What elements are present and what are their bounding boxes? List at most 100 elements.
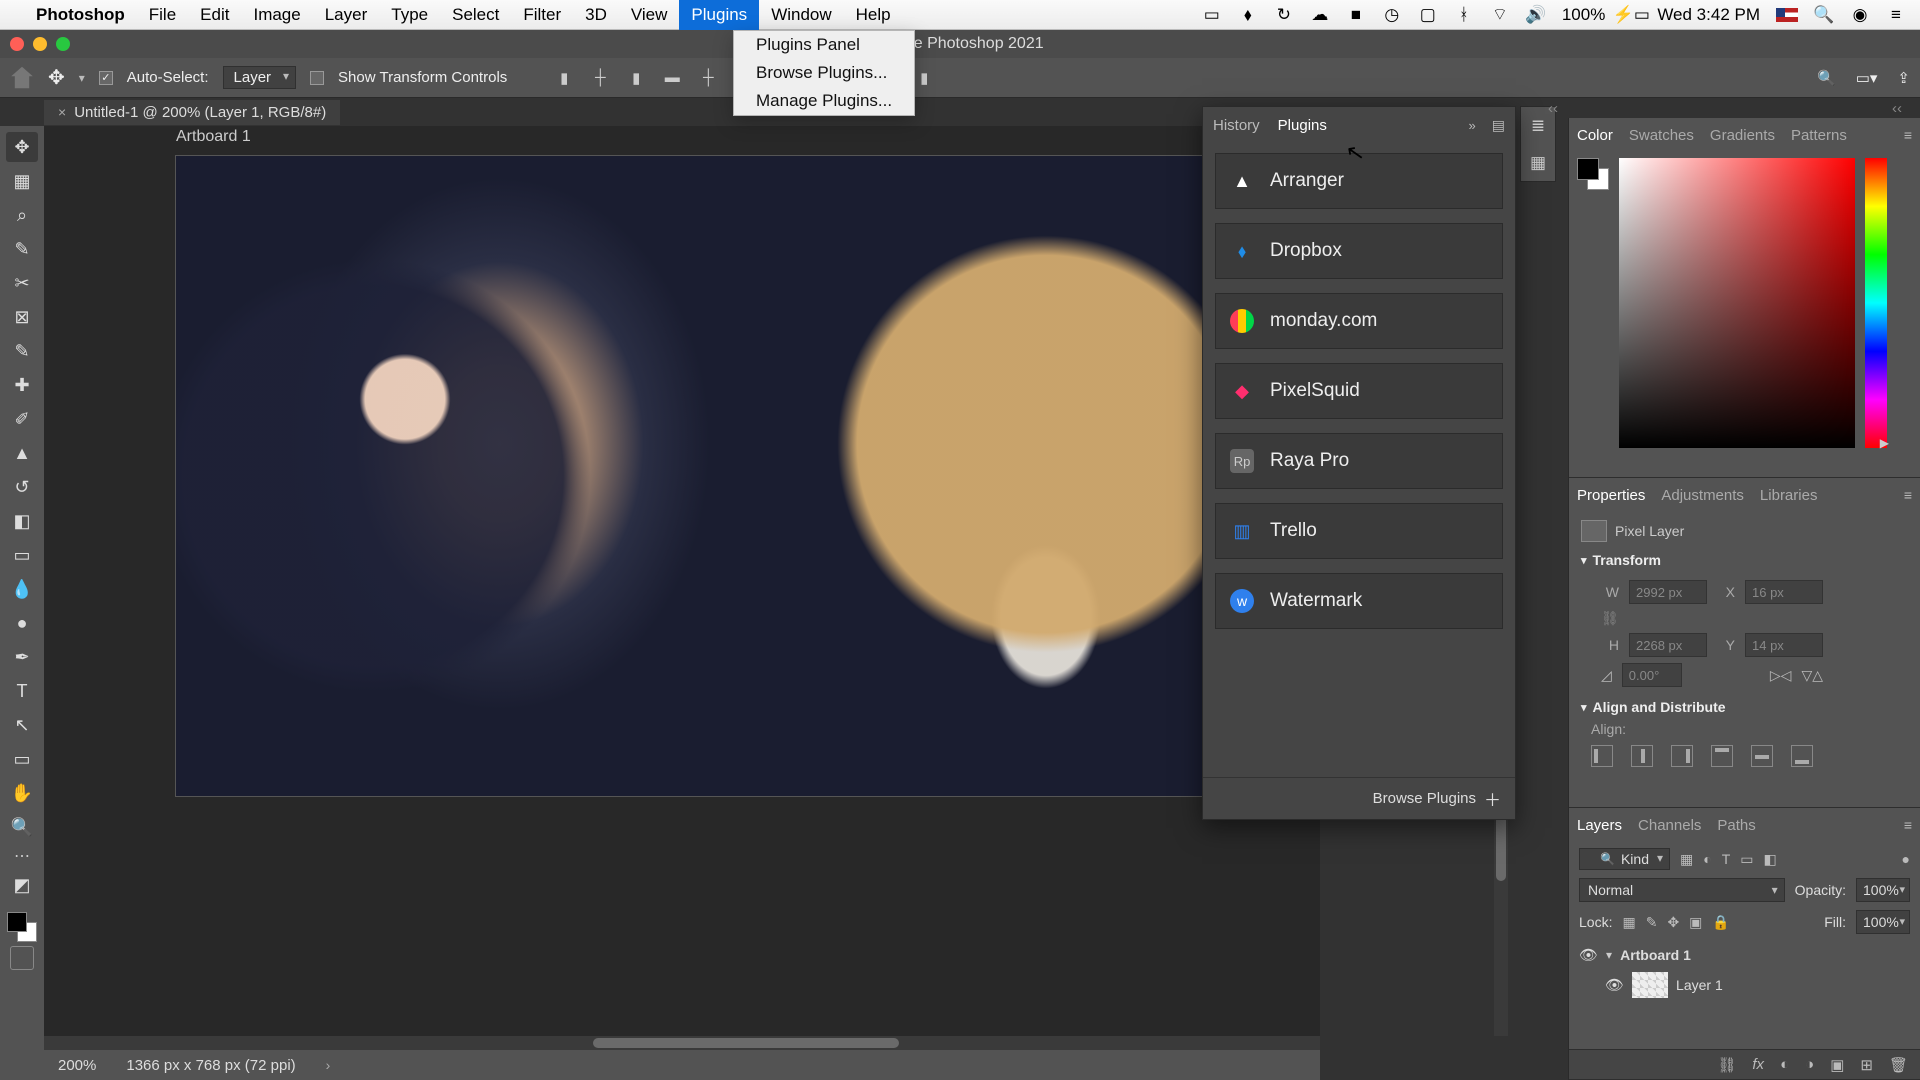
tab-adjustments[interactable]: Adjustments bbox=[1661, 487, 1744, 504]
edit-toolbar-icon[interactable]: ⋯ bbox=[14, 846, 30, 866]
menu-plugins[interactable]: Plugins bbox=[679, 0, 759, 30]
horizontal-scrollbar[interactable] bbox=[44, 1036, 1320, 1050]
align-left-icon[interactable] bbox=[1591, 745, 1613, 767]
browse-plugins-link[interactable]: Browse Plugins bbox=[1373, 790, 1476, 807]
status-more-icon[interactable]: › bbox=[326, 1057, 331, 1073]
align-vcenter-icon[interactable] bbox=[1751, 745, 1773, 767]
default-colors-icon[interactable]: ◩ bbox=[6, 870, 38, 900]
filter-toggle-icon[interactable]: ● bbox=[1902, 851, 1910, 867]
align-vertical-centers-icon[interactable]: ┼ bbox=[697, 67, 719, 89]
tab-layers[interactable]: Layers bbox=[1577, 817, 1622, 834]
color-picker-field[interactable] bbox=[1619, 158, 1855, 448]
height-input[interactable]: 2268 px bbox=[1629, 633, 1707, 657]
lasso-tool[interactable]: ⌕ bbox=[6, 200, 38, 230]
fullscreen-window-button[interactable] bbox=[56, 37, 70, 51]
zoom-tool[interactable]: 🔍 bbox=[6, 812, 38, 842]
time-machine-icon[interactable]: ◷ bbox=[1382, 5, 1402, 25]
adjustment-layer-icon[interactable]: ◑ bbox=[1805, 1056, 1814, 1073]
auto-select-checkbox[interactable] bbox=[99, 71, 113, 85]
hue-arrow-icon[interactable]: ▶ bbox=[1880, 436, 1889, 450]
panel-menu-icon[interactable]: ▤ bbox=[1492, 117, 1505, 134]
lock-transparency-icon[interactable]: ▦ bbox=[1622, 914, 1635, 931]
pen-tool[interactable]: ✒ bbox=[6, 642, 38, 672]
add-plugin-icon[interactable]: ＋ bbox=[1484, 786, 1501, 811]
layers-panel-menu-icon[interactable]: ≡ bbox=[1904, 817, 1912, 833]
input-source-flag-icon[interactable] bbox=[1776, 8, 1798, 22]
eyedropper-tool[interactable]: ✎ bbox=[6, 336, 38, 366]
dropdown-browse-plugins[interactable]: Browse Plugins... bbox=[734, 59, 914, 87]
hscroll-thumb[interactable] bbox=[593, 1038, 899, 1048]
layer-mask-icon[interactable]: ◐ bbox=[1780, 1056, 1789, 1073]
document-tab[interactable]: × Untitled-1 @ 200% (Layer 1, RGB/8#) bbox=[44, 100, 340, 125]
color-panel-menu-icon[interactable]: ≡ bbox=[1904, 127, 1912, 143]
document-info[interactable]: 1366 px x 768 px (72 ppi) bbox=[126, 1057, 295, 1074]
tab-paths[interactable]: Paths bbox=[1717, 817, 1755, 834]
history-brush-tool[interactable]: ↺ bbox=[6, 472, 38, 502]
align-left-edges-icon[interactable]: ▮ bbox=[553, 67, 575, 89]
dropbox-menubar-icon[interactable]: ⬧ bbox=[1238, 5, 1258, 25]
filter-shape-icon[interactable]: ▭ bbox=[1740, 851, 1753, 868]
gradient-tool[interactable]: ▭ bbox=[6, 540, 38, 570]
quick-selection-tool[interactable]: ✎ bbox=[6, 234, 38, 264]
brush-settings-panel-icon[interactable]: ▦ bbox=[1530, 153, 1546, 173]
menu-edit[interactable]: Edit bbox=[188, 0, 241, 30]
tab-properties[interactable]: Properties bbox=[1577, 487, 1645, 504]
filter-adjustment-icon[interactable]: ◐ bbox=[1703, 851, 1711, 867]
align-right-edges-icon[interactable]: ▮ bbox=[625, 67, 647, 89]
hue-slider[interactable] bbox=[1865, 158, 1887, 448]
layer-thumbnail[interactable] bbox=[1632, 972, 1668, 998]
plugin-pixelsquid[interactable]: ◆PixelSquid bbox=[1215, 363, 1503, 419]
close-window-button[interactable] bbox=[10, 37, 24, 51]
menu-window[interactable]: Window bbox=[759, 0, 843, 30]
wifi-icon[interactable]: ⌔ bbox=[1490, 4, 1510, 25]
plugin-dropbox[interactable]: ⬧Dropbox bbox=[1215, 223, 1503, 279]
lock-pixels-icon[interactable]: ✎ bbox=[1646, 914, 1658, 931]
eraser-tool[interactable]: ◧ bbox=[6, 506, 38, 536]
visibility-toggle-icon[interactable]: 👁 bbox=[1605, 976, 1624, 994]
move-tool[interactable]: ✥ bbox=[6, 132, 38, 162]
tab-color[interactable]: Color bbox=[1577, 127, 1613, 144]
tab-patterns[interactable]: Patterns bbox=[1791, 127, 1847, 144]
width-input[interactable]: 2992 px bbox=[1629, 580, 1707, 604]
show-transform-checkbox[interactable] bbox=[310, 71, 324, 85]
tab-gradients[interactable]: Gradients bbox=[1710, 127, 1775, 144]
filter-pixel-icon[interactable]: ▦ bbox=[1680, 851, 1693, 868]
color-fgbg-swatches[interactable] bbox=[1577, 158, 1609, 190]
align-right-icon[interactable] bbox=[1671, 745, 1693, 767]
delete-layer-icon[interactable]: 🗑 bbox=[1889, 1056, 1908, 1074]
angle-input[interactable]: 0.00° bbox=[1622, 663, 1682, 687]
airplay-icon[interactable]: ▢ bbox=[1418, 5, 1438, 25]
dodge-tool[interactable]: ● bbox=[6, 608, 38, 638]
lock-all-icon[interactable]: 🔒 bbox=[1712, 914, 1729, 931]
link-layers-icon[interactable]: ⛓ bbox=[1717, 1056, 1736, 1074]
battery-percent[interactable]: 100% bbox=[1562, 5, 1605, 25]
align-bottom-icon[interactable] bbox=[1791, 745, 1813, 767]
artboard-row[interactable]: 👁 ▾ Artboard 1 bbox=[1579, 942, 1910, 968]
artboard-label[interactable]: Artboard 1 bbox=[176, 128, 251, 146]
share-icon[interactable]: ⇪ bbox=[1897, 69, 1910, 87]
align-hcenter-icon[interactable] bbox=[1631, 745, 1653, 767]
brush-tool[interactable]: ✐ bbox=[6, 404, 38, 434]
filter-type-icon[interactable]: T bbox=[1722, 851, 1731, 867]
battery-icon[interactable]: ⚡▭ bbox=[1621, 5, 1641, 25]
type-tool[interactable]: T bbox=[6, 676, 38, 706]
menu-file[interactable]: File bbox=[137, 0, 188, 30]
plugin-trello[interactable]: ▥Trello bbox=[1215, 503, 1503, 559]
fill-input[interactable]: 100% bbox=[1856, 910, 1910, 934]
home-icon[interactable] bbox=[10, 66, 34, 90]
plugin-watermark[interactable]: wWatermark bbox=[1215, 573, 1503, 629]
search-icon[interactable]: 🔍 bbox=[1817, 69, 1836, 87]
menu-type[interactable]: Type bbox=[379, 0, 440, 30]
lock-position-icon[interactable]: ✥ bbox=[1667, 914, 1679, 931]
notifications-icon[interactable]: ≡ bbox=[1886, 5, 1906, 25]
cloud-icon[interactable]: ☁ bbox=[1310, 5, 1330, 25]
minimize-window-button[interactable] bbox=[33, 37, 47, 51]
clock[interactable]: Wed 3:42 PM bbox=[1657, 5, 1760, 25]
healing-brush-tool[interactable]: ✚ bbox=[6, 370, 38, 400]
menu-select[interactable]: Select bbox=[440, 0, 511, 30]
brushes-panel-icon[interactable]: ≣ bbox=[1531, 116, 1545, 136]
menu-help[interactable]: Help bbox=[844, 0, 903, 30]
align-top-icon[interactable] bbox=[1711, 745, 1733, 767]
close-tab-icon[interactable]: × bbox=[58, 104, 66, 120]
blend-mode-select[interactable]: Normal bbox=[1579, 878, 1785, 902]
